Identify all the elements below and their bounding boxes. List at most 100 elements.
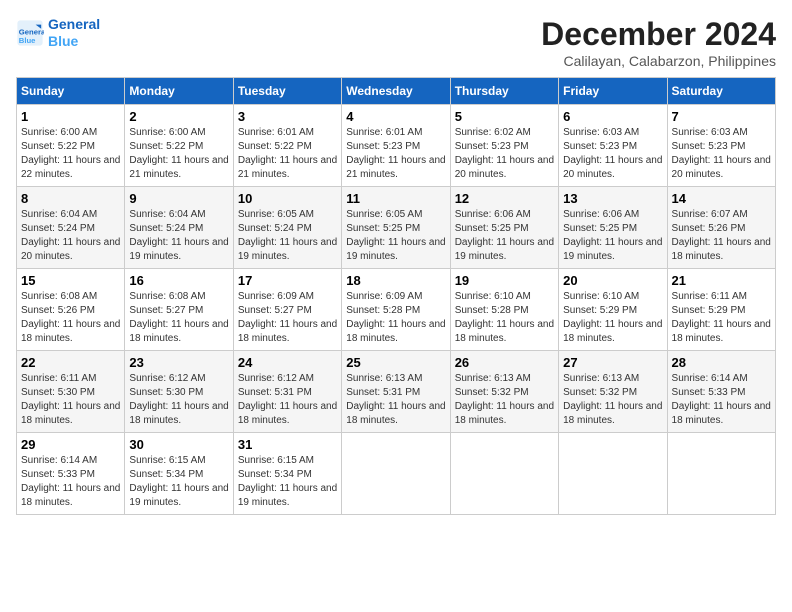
header: General Blue General Blue December 2024 … — [16, 16, 776, 69]
day-cell: 8 Sunrise: 6:04 AMSunset: 5:24 PMDayligh… — [17, 187, 125, 269]
day-info: Sunrise: 6:15 AMSunset: 5:34 PMDaylight:… — [238, 455, 337, 508]
day-cell: 18 Sunrise: 6:09 AMSunset: 5:28 PMDaylig… — [342, 269, 450, 351]
day-cell: 19 Sunrise: 6:10 AMSunset: 5:28 PMDaylig… — [450, 269, 558, 351]
day-number: 6 — [563, 109, 662, 124]
day-cell: 1 Sunrise: 6:00 AMSunset: 5:22 PMDayligh… — [17, 105, 125, 187]
day-cell: 23 Sunrise: 6:12 AMSunset: 5:30 PMDaylig… — [125, 351, 233, 433]
day-number: 31 — [238, 437, 337, 452]
day-number: 28 — [672, 355, 771, 370]
day-number: 20 — [563, 273, 662, 288]
day-number: 24 — [238, 355, 337, 370]
day-info: Sunrise: 6:14 AMSunset: 5:33 PMDaylight:… — [21, 455, 120, 508]
day-info: Sunrise: 6:04 AMSunset: 5:24 PMDaylight:… — [129, 209, 228, 262]
day-header-friday: Friday — [559, 78, 667, 105]
day-cell: 7 Sunrise: 6:03 AMSunset: 5:23 PMDayligh… — [667, 105, 775, 187]
day-info: Sunrise: 6:13 AMSunset: 5:32 PMDaylight:… — [455, 373, 554, 426]
day-info: Sunrise: 6:06 AMSunset: 5:25 PMDaylight:… — [455, 209, 554, 262]
day-cell: 2 Sunrise: 6:00 AMSunset: 5:22 PMDayligh… — [125, 105, 233, 187]
day-cell: 10 Sunrise: 6:05 AMSunset: 5:24 PMDaylig… — [233, 187, 341, 269]
main-title: December 2024 — [541, 16, 776, 53]
day-info: Sunrise: 6:12 AMSunset: 5:31 PMDaylight:… — [238, 373, 337, 426]
day-number: 4 — [346, 109, 445, 124]
day-info: Sunrise: 6:09 AMSunset: 5:27 PMDaylight:… — [238, 291, 337, 344]
day-number: 2 — [129, 109, 228, 124]
day-number: 22 — [21, 355, 120, 370]
subtitle: Calilayan, Calabarzon, Philippines — [541, 53, 776, 69]
day-cell: 11 Sunrise: 6:05 AMSunset: 5:25 PMDaylig… — [342, 187, 450, 269]
day-number: 8 — [21, 191, 120, 206]
day-cell: 20 Sunrise: 6:10 AMSunset: 5:29 PMDaylig… — [559, 269, 667, 351]
day-number: 14 — [672, 191, 771, 206]
day-cell: 31 Sunrise: 6:15 AMSunset: 5:34 PMDaylig… — [233, 433, 341, 515]
day-cell: 9 Sunrise: 6:04 AMSunset: 5:24 PMDayligh… — [125, 187, 233, 269]
day-number: 1 — [21, 109, 120, 124]
day-header-sunday: Sunday — [17, 78, 125, 105]
day-number: 29 — [21, 437, 120, 452]
day-info: Sunrise: 6:05 AMSunset: 5:24 PMDaylight:… — [238, 209, 337, 262]
day-number: 21 — [672, 273, 771, 288]
day-info: Sunrise: 6:04 AMSunset: 5:24 PMDaylight:… — [21, 209, 120, 262]
day-cell: 30 Sunrise: 6:15 AMSunset: 5:34 PMDaylig… — [125, 433, 233, 515]
day-number: 12 — [455, 191, 554, 206]
day-number: 10 — [238, 191, 337, 206]
day-cell: 14 Sunrise: 6:07 AMSunset: 5:26 PMDaylig… — [667, 187, 775, 269]
day-number: 15 — [21, 273, 120, 288]
svg-text:Blue: Blue — [19, 36, 36, 45]
day-header-tuesday: Tuesday — [233, 78, 341, 105]
day-info: Sunrise: 6:00 AMSunset: 5:22 PMDaylight:… — [129, 127, 228, 180]
day-cell: 13 Sunrise: 6:06 AMSunset: 5:25 PMDaylig… — [559, 187, 667, 269]
day-number: 18 — [346, 273, 445, 288]
day-info: Sunrise: 6:13 AMSunset: 5:32 PMDaylight:… — [563, 373, 662, 426]
calendar-table: SundayMondayTuesdayWednesdayThursdayFrid… — [16, 77, 776, 515]
day-number: 27 — [563, 355, 662, 370]
day-info: Sunrise: 6:10 AMSunset: 5:28 PMDaylight:… — [455, 291, 554, 344]
day-cell — [342, 433, 450, 515]
week-row-1: 1 Sunrise: 6:00 AMSunset: 5:22 PMDayligh… — [17, 105, 776, 187]
day-cell: 21 Sunrise: 6:11 AMSunset: 5:29 PMDaylig… — [667, 269, 775, 351]
day-info: Sunrise: 6:14 AMSunset: 5:33 PMDaylight:… — [672, 373, 771, 426]
day-number: 5 — [455, 109, 554, 124]
day-number: 23 — [129, 355, 228, 370]
day-info: Sunrise: 6:06 AMSunset: 5:25 PMDaylight:… — [563, 209, 662, 262]
week-row-3: 15 Sunrise: 6:08 AMSunset: 5:26 PMDaylig… — [17, 269, 776, 351]
day-info: Sunrise: 6:09 AMSunset: 5:28 PMDaylight:… — [346, 291, 445, 344]
day-cell: 12 Sunrise: 6:06 AMSunset: 5:25 PMDaylig… — [450, 187, 558, 269]
day-number: 17 — [238, 273, 337, 288]
day-cell: 28 Sunrise: 6:14 AMSunset: 5:33 PMDaylig… — [667, 351, 775, 433]
day-number: 11 — [346, 191, 445, 206]
day-cell: 25 Sunrise: 6:13 AMSunset: 5:31 PMDaylig… — [342, 351, 450, 433]
day-header-thursday: Thursday — [450, 78, 558, 105]
day-cell: 4 Sunrise: 6:01 AMSunset: 5:23 PMDayligh… — [342, 105, 450, 187]
day-info: Sunrise: 6:11 AMSunset: 5:29 PMDaylight:… — [672, 291, 771, 344]
day-info: Sunrise: 6:01 AMSunset: 5:23 PMDaylight:… — [346, 127, 445, 180]
day-number: 25 — [346, 355, 445, 370]
day-info: Sunrise: 6:03 AMSunset: 5:23 PMDaylight:… — [563, 127, 662, 180]
day-cell — [667, 433, 775, 515]
day-cell — [559, 433, 667, 515]
day-info: Sunrise: 6:15 AMSunset: 5:34 PMDaylight:… — [129, 455, 228, 508]
week-row-5: 29 Sunrise: 6:14 AMSunset: 5:33 PMDaylig… — [17, 433, 776, 515]
day-header-monday: Monday — [125, 78, 233, 105]
day-cell: 15 Sunrise: 6:08 AMSunset: 5:26 PMDaylig… — [17, 269, 125, 351]
logo: General Blue General Blue — [16, 16, 100, 50]
day-number: 16 — [129, 273, 228, 288]
logo-icon: General Blue — [16, 19, 44, 47]
calendar-header-row: SundayMondayTuesdayWednesdayThursdayFrid… — [17, 78, 776, 105]
day-info: Sunrise: 6:08 AMSunset: 5:27 PMDaylight:… — [129, 291, 228, 344]
day-number: 9 — [129, 191, 228, 206]
calendar-body: 1 Sunrise: 6:00 AMSunset: 5:22 PMDayligh… — [17, 105, 776, 515]
day-cell: 5 Sunrise: 6:02 AMSunset: 5:23 PMDayligh… — [450, 105, 558, 187]
day-info: Sunrise: 6:03 AMSunset: 5:23 PMDaylight:… — [672, 127, 771, 180]
day-info: Sunrise: 6:05 AMSunset: 5:25 PMDaylight:… — [346, 209, 445, 262]
day-info: Sunrise: 6:08 AMSunset: 5:26 PMDaylight:… — [21, 291, 120, 344]
day-cell: 6 Sunrise: 6:03 AMSunset: 5:23 PMDayligh… — [559, 105, 667, 187]
day-cell — [450, 433, 558, 515]
day-info: Sunrise: 6:12 AMSunset: 5:30 PMDaylight:… — [129, 373, 228, 426]
day-header-saturday: Saturday — [667, 78, 775, 105]
day-number: 26 — [455, 355, 554, 370]
day-cell: 24 Sunrise: 6:12 AMSunset: 5:31 PMDaylig… — [233, 351, 341, 433]
day-cell: 17 Sunrise: 6:09 AMSunset: 5:27 PMDaylig… — [233, 269, 341, 351]
day-cell: 22 Sunrise: 6:11 AMSunset: 5:30 PMDaylig… — [17, 351, 125, 433]
title-area: December 2024 Calilayan, Calabarzon, Phi… — [541, 16, 776, 69]
day-info: Sunrise: 6:01 AMSunset: 5:22 PMDaylight:… — [238, 127, 337, 180]
